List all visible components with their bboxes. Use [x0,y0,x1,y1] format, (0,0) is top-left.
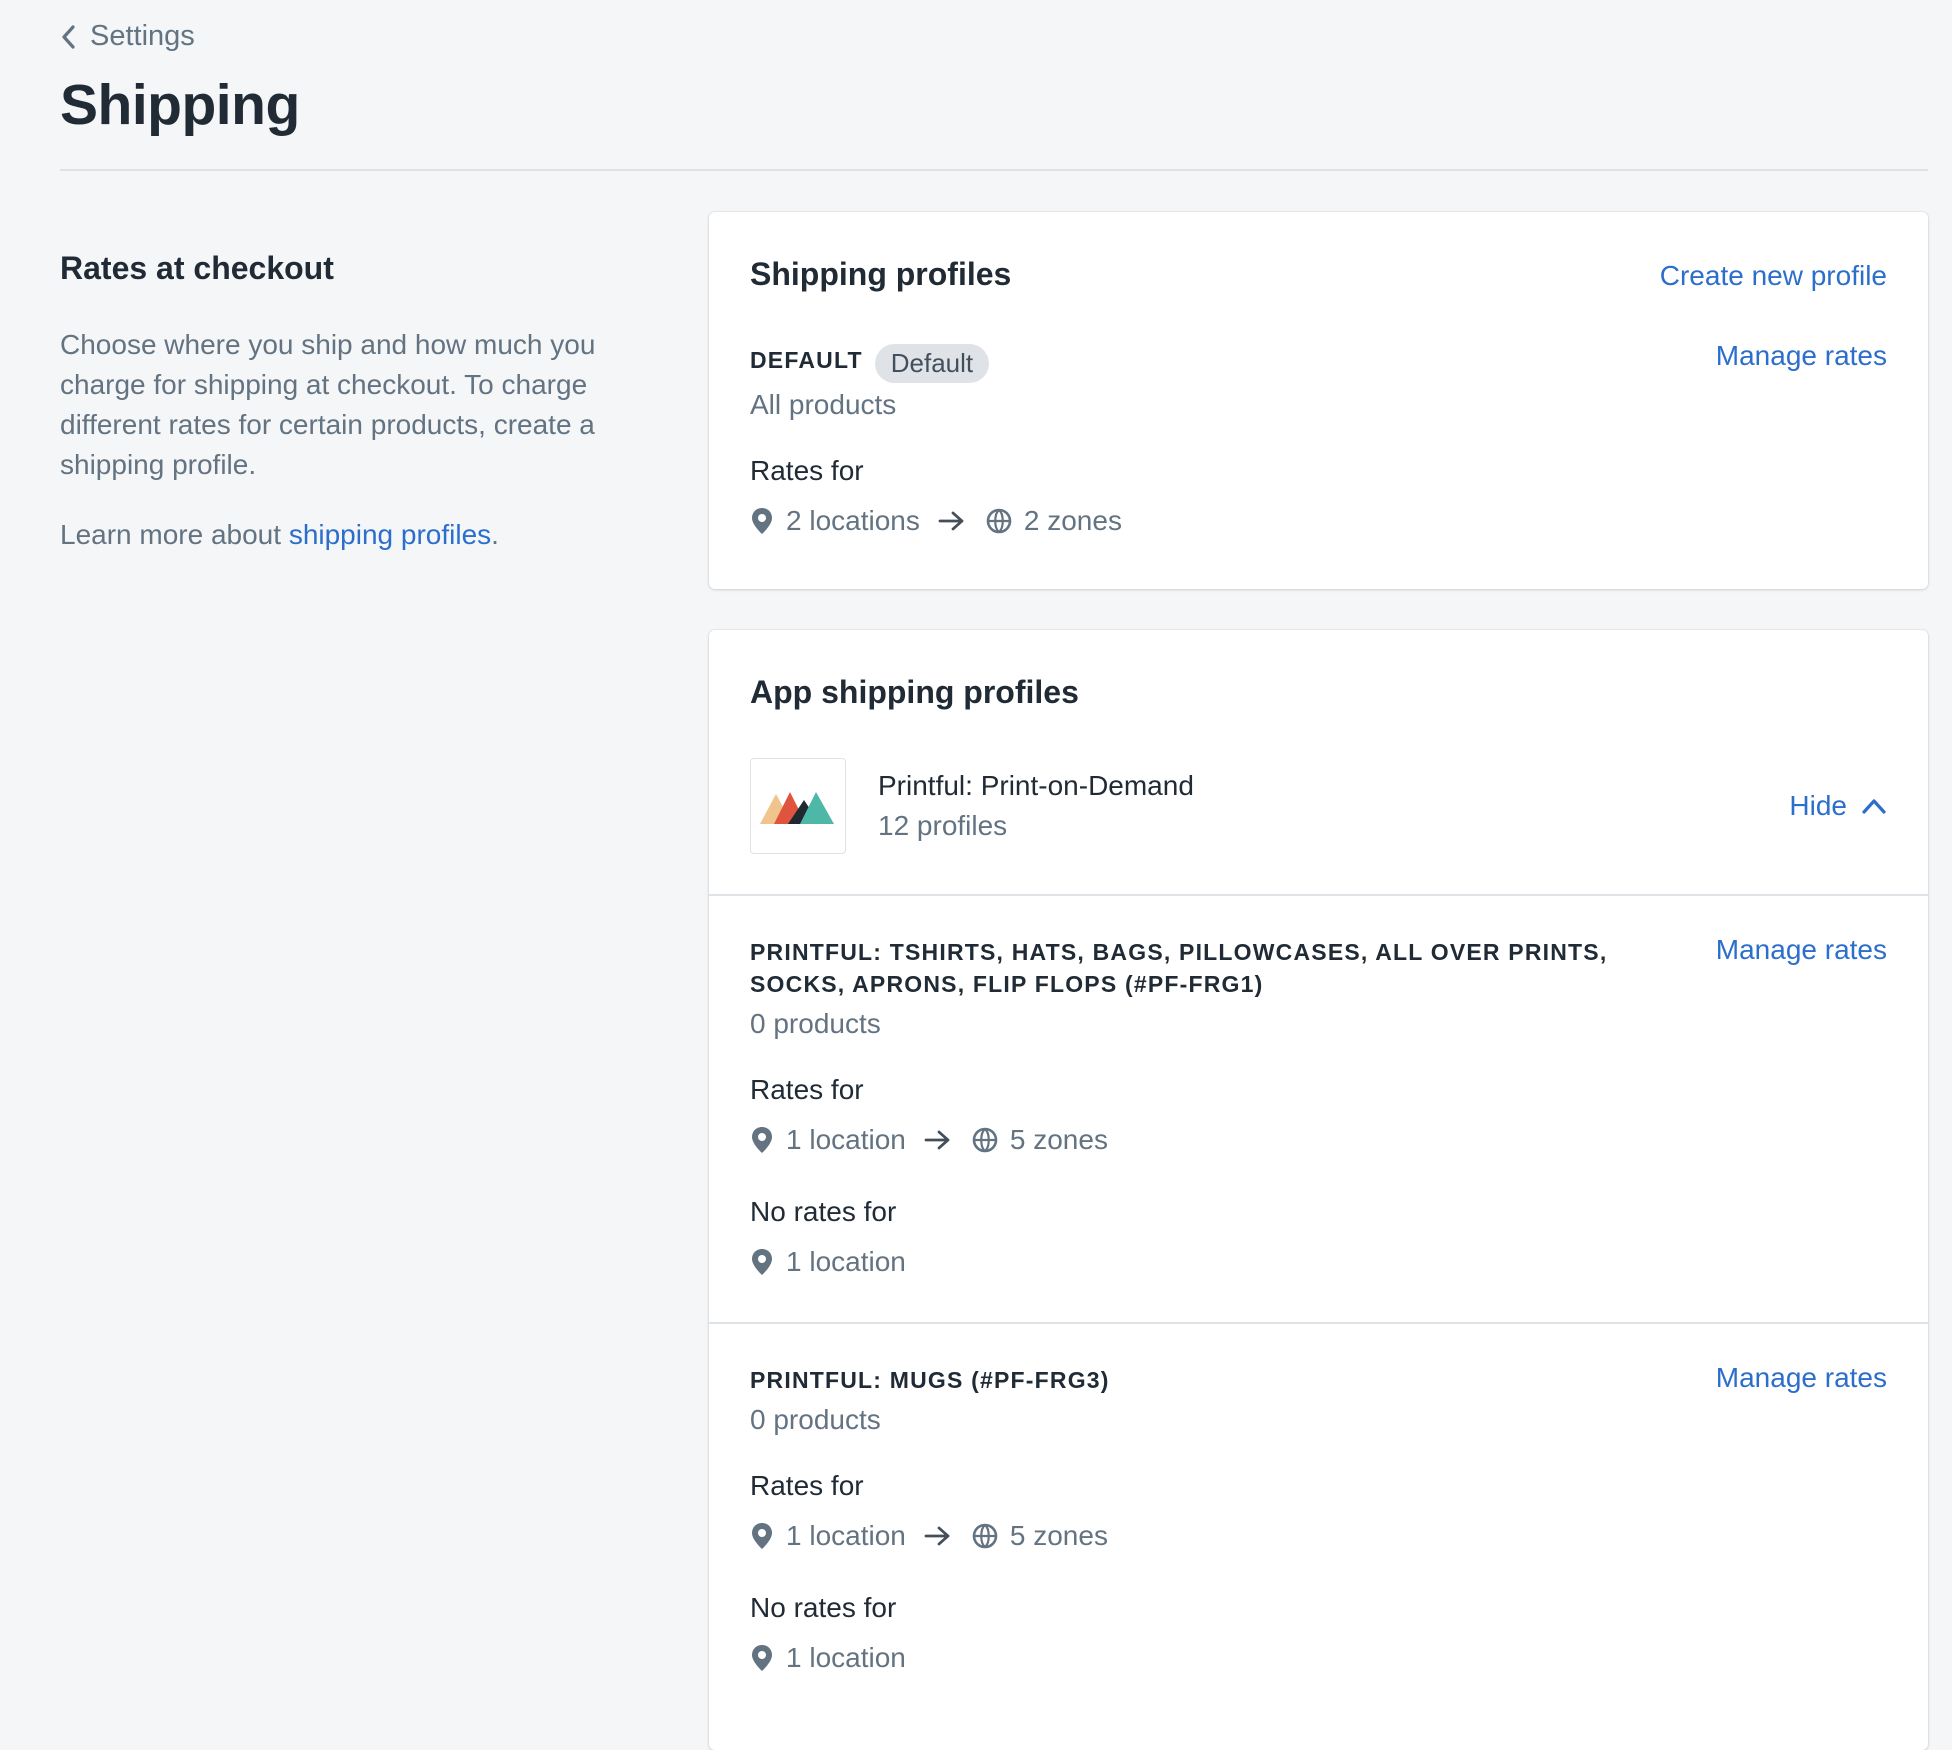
hide-label: Hide [1789,790,1847,821]
section-divider [709,894,1928,896]
default-manage-rates-link[interactable]: Manage rates [1716,340,1887,372]
chevron-up-icon [1861,790,1887,822]
app-profile-no-rates-row: 1 location [750,1638,1887,1678]
location-pin-icon [750,507,774,535]
app-profile-no-rates-locations: 1 location [786,1642,906,1673]
arrow-right-icon [938,510,966,532]
learn-more-text: Learn more about shipping profiles. [60,515,660,555]
arrow-right-icon [924,1129,952,1151]
app-profile-zones-count: 5 zones [1009,1520,1108,1551]
section-divider [709,1322,1928,1324]
globe-icon [986,508,1012,534]
app-profile-section: PRINTFUL: TSHIRTS, HATS, BAGS, PILLOWCAS… [750,934,1887,1282]
app-profile-products-count: 0 products [750,1404,881,1435]
create-new-profile-link[interactable]: Create new profile [1660,260,1887,292]
app-profile-manage-rates-link[interactable]: Manage rates [1716,1362,1887,1394]
default-profile-row: DEFAULT Default Manage rates [750,340,1887,384]
globe-icon [972,1523,998,1549]
page-title: Shipping [60,73,300,137]
app-profile-no-rates-label: No rates for [750,1196,897,1227]
app-profile-name: PRINTFUL: TSHIRTS, HATS, BAGS, PILLOWCAS… [750,939,1608,997]
default-profile-heading: DEFAULT Default [750,344,990,384]
app-profile-section: PRINTFUL: MUGS (#PF-FRG3) Manage rates 0… [750,1362,1887,1678]
location-pin-icon [750,1126,774,1154]
header-divider [60,169,1928,171]
arrow-right-icon [924,1525,952,1547]
app-profile-zones-count: 5 zones [1009,1124,1108,1155]
location-pin-icon [750,1522,774,1550]
learn-more-suffix: . [491,519,499,550]
app-profile-rates-label: Rates for [750,1074,864,1105]
app-profile-no-rates-label: No rates for [750,1592,897,1623]
annotation-description: Choose where you ship and how much you c… [60,329,596,480]
app-summary-row: Printful: Print-on-Demand 12 profiles Hi… [750,758,1887,854]
app-info: Printful: Print-on-Demand 12 profiles [878,766,1789,846]
app-profile-rates-row: 1 location 5 zones [750,1516,1887,1556]
shipping-profiles-header: Shipping profiles Create new profile [750,256,1887,293]
breadcrumb-back[interactable]: Settings [60,20,195,53]
app-profile-name: PRINTFUL: MUGS (#PF-FRG3) [750,1367,1110,1393]
app-profile-no-rates-row: 1 location [750,1242,1887,1282]
default-rates-label: Rates for [750,455,864,487]
default-badge: Default [874,344,990,384]
rates-annotation: Rates at checkout Choose where you ship … [60,250,660,585]
app-profile-row: PRINTFUL: MUGS (#PF-FRG3) Manage rates [750,1362,1887,1396]
app-profile-manage-rates-link[interactable]: Manage rates [1716,934,1887,966]
default-products-count: All products [750,389,897,421]
default-locations-count: 2 locations [786,505,920,537]
default-zones-count: 2 zones [1023,505,1122,537]
app-profiles-header: App shipping profiles [750,674,1887,711]
default-profile-name: DEFAULT [750,347,863,373]
location-pin-icon [750,1644,774,1672]
default-profile-section: DEFAULT Default Manage rates All products… [750,340,1887,541]
printful-logo [750,758,846,854]
app-profile-no-rates-locations: 1 location [786,1246,906,1277]
breadcrumb-label: Settings [90,20,195,52]
app-profile-locations-count: 1 location [786,1520,906,1551]
annotation-title: Rates at checkout [60,250,334,286]
shipping-profiles-title: Shipping profiles [750,256,1012,292]
app-profile-locations-count: 1 location [786,1124,906,1155]
app-profile-rates-label: Rates for [750,1470,864,1501]
chevron-left-icon [60,24,78,50]
globe-icon [972,1127,998,1153]
app-profile-rates-row: 1 location 5 zones [750,1120,1887,1160]
app-profiles-title: App shipping profiles [750,674,1079,710]
shipping-settings-page: Settings Shipping Rates at checkout Choo… [0,0,1952,1750]
learn-more-prefix: Learn more about [60,519,289,550]
shipping-profiles-link[interactable]: shipping profiles [289,519,491,550]
location-pin-icon [750,1248,774,1276]
hide-button[interactable]: Hide [1789,790,1887,822]
app-profile-row: PRINTFUL: TSHIRTS, HATS, BAGS, PILLOWCAS… [750,934,1887,1000]
app-profile-count: 12 profiles [878,810,1008,841]
app-shipping-profiles-card: App shipping profiles Printful: Print-on… [709,630,1928,1750]
default-rates-row: 2 locations 2 zones [750,501,1887,541]
app-name: Printful: Print-on-Demand [878,770,1194,801]
shipping-profiles-card: Shipping profiles Create new profile DEF… [709,212,1928,589]
app-profile-products-count: 0 products [750,1008,881,1039]
